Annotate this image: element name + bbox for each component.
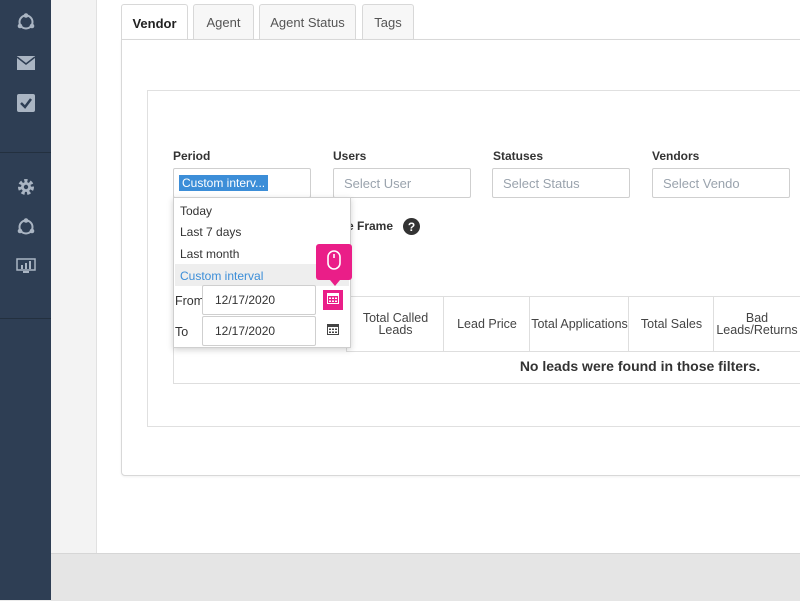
time-frame-label: e Frame: [347, 219, 394, 233]
column-header[interactable]: Lead Price: [443, 296, 530, 352]
option-last-7-days[interactable]: Last 7 days: [180, 225, 241, 239]
statuses-select[interactable]: Select Status: [492, 168, 630, 198]
tab-tags[interactable]: Tags: [362, 4, 414, 40]
sidebar-divider: [0, 152, 51, 153]
tab-vendor[interactable]: Vendor: [121, 4, 188, 41]
users-select[interactable]: Select User: [333, 168, 471, 198]
network-icon[interactable]: [0, 4, 51, 40]
period-select[interactable]: Custom interv...: [173, 168, 311, 198]
gear-icon[interactable]: [0, 169, 51, 205]
sidebar-divider: [0, 318, 51, 319]
click-indicator-tooltip: [316, 244, 352, 286]
tab-agent[interactable]: Agent: [193, 4, 254, 40]
to-date-input[interactable]: 12/17/2020: [202, 316, 316, 346]
column-header[interactable]: Bad Leads/Returns: [713, 296, 800, 352]
network-icon[interactable]: [0, 209, 51, 245]
from-label: From: [175, 294, 205, 308]
to-label: To: [175, 325, 189, 339]
option-today[interactable]: Today: [180, 204, 212, 218]
statuses-label: Statuses: [493, 149, 544, 163]
dashboard-icon[interactable]: [0, 248, 51, 284]
period-selected-value: Custom interv...: [179, 175, 269, 191]
option-last-month[interactable]: Last month: [180, 247, 239, 261]
vendors-select[interactable]: Select Vendo: [652, 168, 790, 198]
column-header[interactable]: Total Called Leads: [346, 296, 444, 352]
checkbox-icon[interactable]: [0, 85, 51, 121]
sidebar: [0, 0, 51, 600]
column-header[interactable]: Total Applications: [529, 296, 629, 352]
from-calendar-button[interactable]: [323, 290, 343, 310]
option-custom-interval[interactable]: Custom interval: [180, 269, 263, 283]
vendors-label: Vendors: [652, 149, 700, 163]
bottom-bar: [51, 553, 800, 601]
calendar-icon: [327, 322, 339, 340]
mail-icon[interactable]: [0, 45, 51, 81]
calendar-icon: [327, 291, 339, 309]
to-calendar-button[interactable]: [323, 321, 343, 341]
tab-agent-status[interactable]: Agent Status: [259, 4, 356, 40]
mouse-icon: [327, 249, 341, 275]
period-label: Period: [173, 149, 211, 163]
column-header[interactable]: Total Sales: [628, 296, 714, 352]
help-icon[interactable]: ?: [403, 218, 420, 235]
from-date-input[interactable]: 12/17/2020: [202, 285, 316, 315]
empty-table-message: No leads were found in those filters.: [519, 358, 761, 374]
users-label: Users: [333, 149, 367, 163]
